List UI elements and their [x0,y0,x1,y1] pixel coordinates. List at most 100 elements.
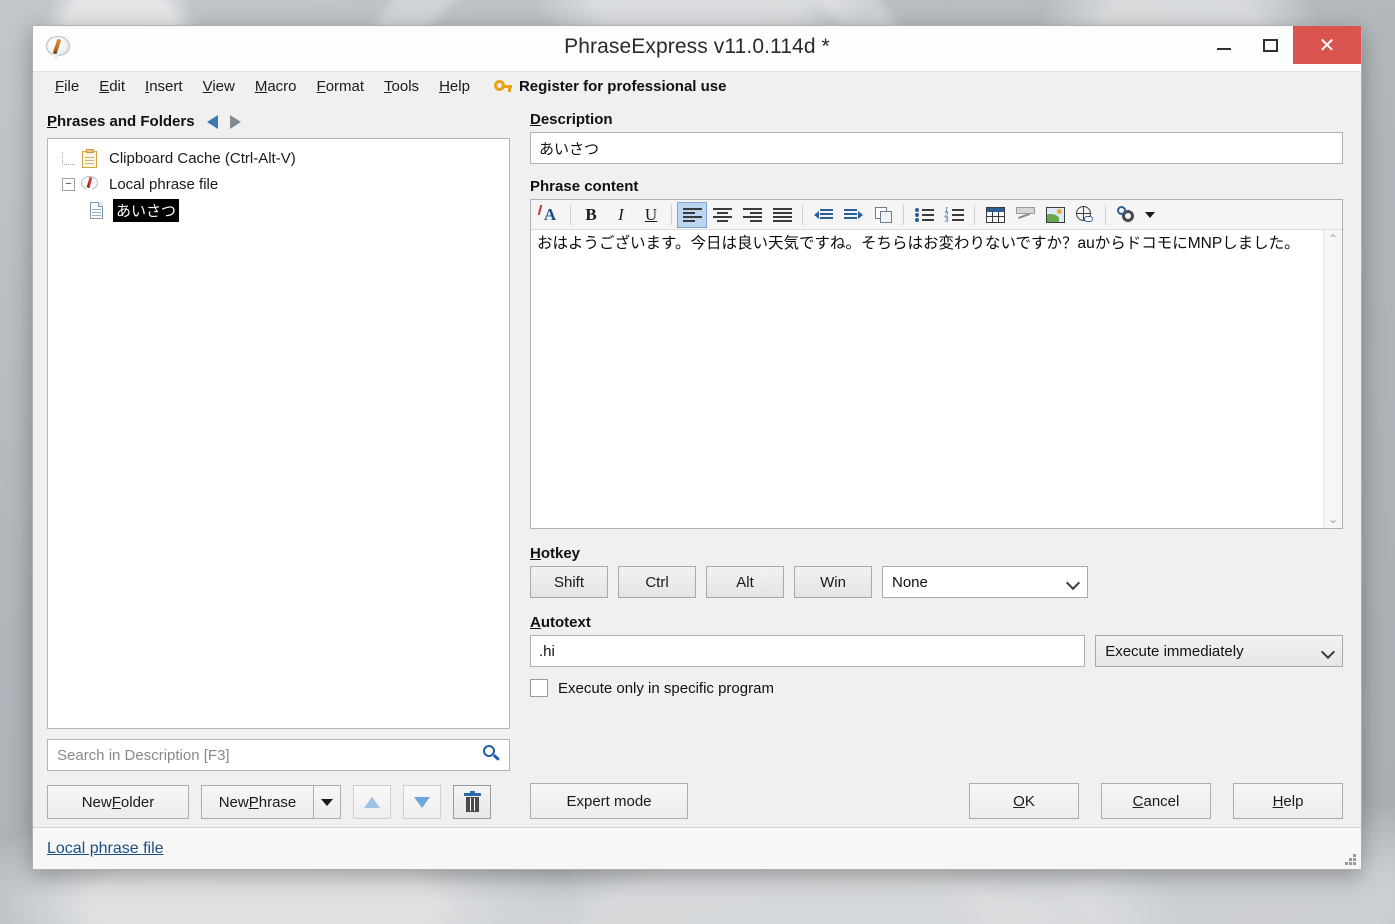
bold-icon[interactable]: B [576,202,606,228]
tree-item-aisatsu[interactable]: あいさつ [52,197,505,223]
insert-hyperlink-icon[interactable] [1070,202,1100,228]
dialog-buttons: OK Cancel Help [969,783,1343,819]
tree-item-label: Clipboard Cache (Ctrl-Alt-V) [109,149,296,167]
tree-item-clipboard-cache[interactable]: Clipboard Cache (Ctrl-Alt-V) [52,145,505,171]
autotext-row: Execute immediately [530,635,1343,667]
align-center-icon[interactable] [707,202,737,228]
numbered-list-icon[interactable]: 1 2 3 [939,202,969,228]
phrase-editor-panel: Description Phrase content A B I U [520,101,1361,827]
autotext-label: Autotext [530,614,591,631]
dialog-footer: Expert mode OK Cancel Help [530,767,1343,819]
editor-toolbar: A B I U 1 2 3 [531,200,1342,230]
insert-image-icon[interactable] [1040,202,1070,228]
phrase-content-editor: A B I U 1 2 3 おはようございます。今日は良い天気ですね。そちらはお… [530,199,1343,529]
register-link[interactable]: Register for professional use [493,78,727,95]
main-content: Phrases and Folders Clipboard Cache (Ctr… [33,101,1361,827]
arrow-left-icon[interactable] [206,114,218,129]
decrease-indent-icon[interactable] [808,202,838,228]
menu-format[interactable]: Format [307,75,375,98]
italic-icon[interactable]: I [606,202,636,228]
chevron-up-icon[interactable]: ⌃ [1328,233,1338,245]
phraseexpress-window: PhraseExpress v11.0.114d * ✕ File Edit I… [32,25,1362,870]
paste-special-icon[interactable] [868,202,898,228]
settings-gear-icon[interactable] [1111,202,1141,228]
arrow-up-icon [364,796,380,808]
font-color-icon[interactable]: A [535,202,565,228]
chevron-down-icon [1320,644,1336,660]
title-bar: PhraseExpress v11.0.114d * ✕ [33,26,1361,71]
chevron-down-icon[interactable] [313,785,341,819]
align-right-icon[interactable] [737,202,767,228]
toolbar-overflow-chevron-down-icon[interactable] [1141,202,1159,228]
editor-scrollbar[interactable]: ⌃ ⌄ [1323,230,1342,528]
tree-action-buttons: New Folder New Phrase [47,785,510,819]
bullet-list-icon[interactable] [909,202,939,228]
status-bar: Local phrase file [33,827,1361,869]
autotext-mode-select[interactable]: Execute immediately [1095,635,1343,667]
menu-help[interactable]: Help [429,75,480,98]
delete-button[interactable] [453,785,491,819]
chevron-down-icon[interactable]: ⌄ [1328,513,1338,525]
hotkey-ctrl-button[interactable]: Ctrl [618,566,696,598]
phrases-folders-title: Phrases and Folders [47,113,195,130]
phrases-panel: Phrases and Folders Clipboard Cache (Ctr… [33,101,520,827]
key-icon [493,79,512,95]
new-phrase-button[interactable]: New Phrase [201,785,313,819]
tree-item-label: Local phrase file [109,175,219,193]
tree-expander-collapse-icon[interactable]: − [62,177,75,191]
maximize-button[interactable] [1247,26,1293,64]
menu-edit[interactable]: Edit [89,75,135,98]
chevron-down-icon [1065,575,1081,591]
phrase-content-text[interactable]: おはようございます。今日は良い天気ですね。そちらはお変わりないですか？auからド… [531,230,1323,528]
description-input[interactable] [530,132,1343,164]
align-left-icon[interactable] [677,201,707,228]
help-button[interactable]: Help [1233,783,1343,819]
register-label: Register for professional use [518,78,727,95]
execute-specific-program-row[interactable]: Execute only in specific program [530,679,1343,697]
increase-indent-icon[interactable] [838,202,868,228]
execute-specific-program-checkbox[interactable] [530,679,548,697]
hotkey-key-select[interactable]: None [882,566,1088,598]
new-folder-button[interactable]: New Folder [47,785,189,819]
phrase-tree[interactable]: Clipboard Cache (Ctrl-Alt-V) − Local phr… [47,138,510,729]
align-justify-icon[interactable] [767,202,797,228]
menu-macro[interactable]: Macro [245,75,307,98]
status-local-phrase-file-link[interactable]: Local phrase file [47,840,164,858]
move-up-button[interactable] [353,785,391,819]
menu-tools[interactable]: Tools [374,75,429,98]
menu-file[interactable]: File [45,75,89,98]
hotkey-win-button[interactable]: Win [794,566,872,598]
phrase-file-icon [81,175,99,194]
window-controls: ✕ [1201,26,1361,64]
search-input[interactable] [47,739,510,771]
clipboard-icon [81,148,99,168]
insert-drawing-icon[interactable] [1010,202,1040,228]
window-title: PhraseExpress v11.0.114d * [564,35,830,58]
tree-line [62,151,75,165]
resize-grip-icon[interactable] [1343,852,1356,865]
move-down-button[interactable] [403,785,441,819]
arrow-down-icon [414,796,430,808]
cancel-button[interactable]: Cancel [1101,783,1211,819]
close-button[interactable]: ✕ [1293,26,1361,64]
search-icon[interactable] [483,745,501,763]
menu-view[interactable]: View [193,75,245,98]
minimize-button[interactable] [1201,26,1247,64]
ok-button[interactable]: OK [969,783,1079,819]
autotext-input[interactable] [530,635,1086,667]
autotext-mode-value: Execute immediately [1105,642,1244,660]
hotkey-shift-button[interactable]: Shift [530,566,608,598]
hotkey-alt-button[interactable]: Alt [706,566,784,598]
tree-item-label: あいさつ [113,198,180,222]
document-icon [88,201,106,220]
insert-table-icon[interactable] [980,202,1010,228]
tree-item-local-phrase-file[interactable]: − Local phrase file [52,171,505,197]
new-phrase-split-button: New Phrase [201,785,341,819]
arrow-right-icon[interactable] [229,114,241,129]
expert-mode-button[interactable]: Expert mode [530,783,688,819]
hotkey-label: Hotkey [530,545,581,562]
execute-specific-program-label: Execute only in specific program [558,679,774,697]
app-icon [45,35,71,61]
menu-insert[interactable]: Insert [135,75,193,98]
underline-icon[interactable]: U [636,202,666,228]
